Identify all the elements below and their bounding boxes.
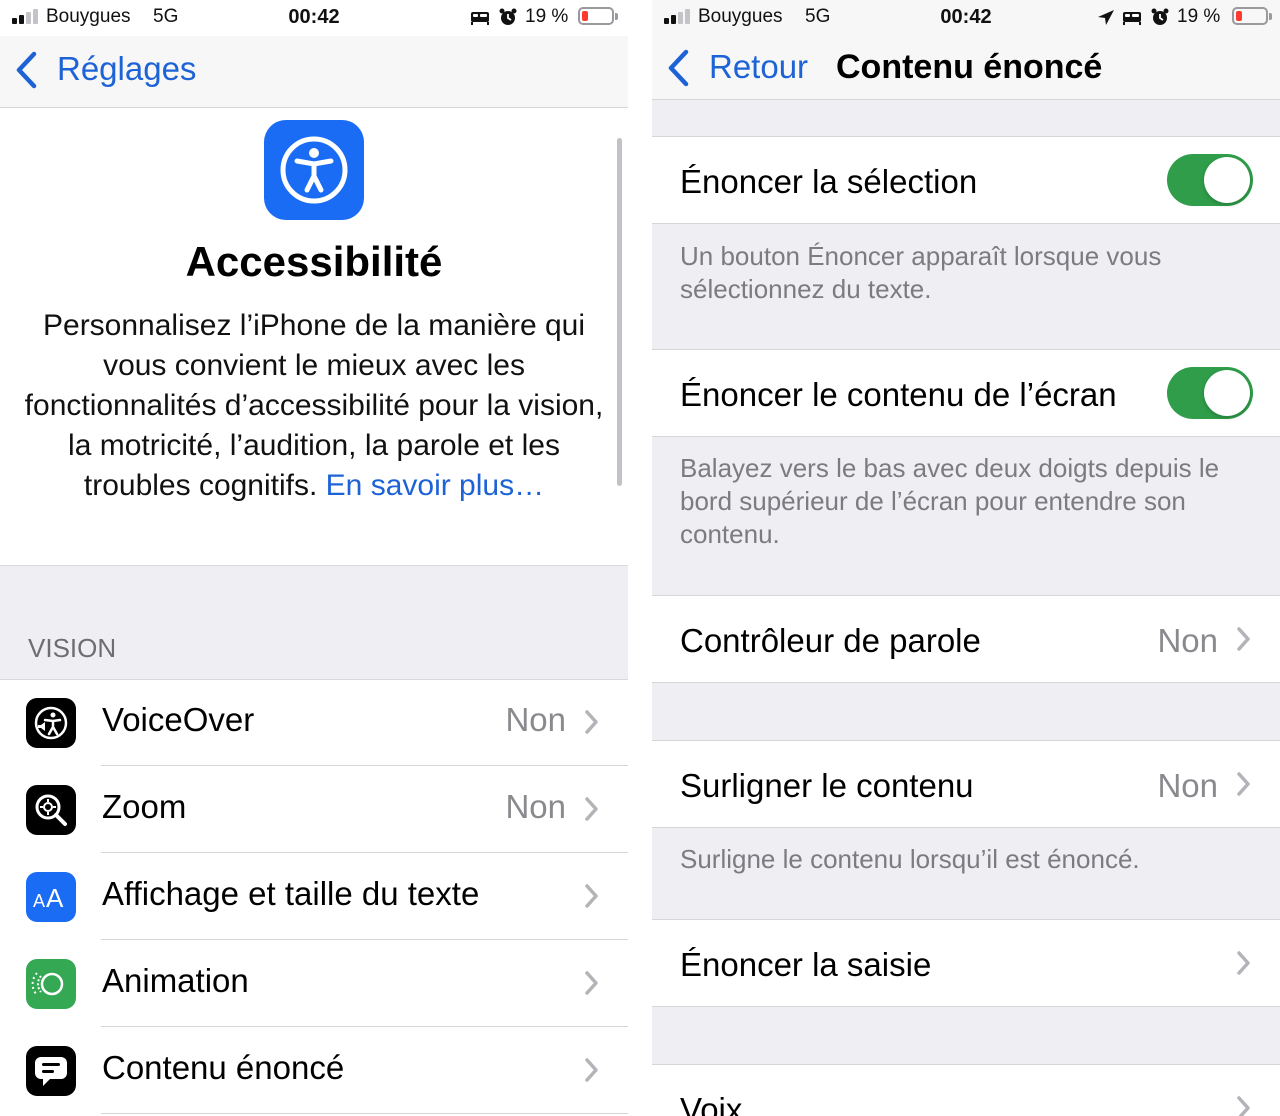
battery-icon [1232,7,1272,25]
battery-percent: 19 % [525,6,569,27]
page-title: Accessibilité [185,238,443,285]
list-item-value: Non [505,701,566,738]
speak-selection-toggle[interactable] [1167,154,1253,206]
chevron-right-icon [585,884,598,908]
highlight-content-row[interactable]: Surligner le contenu Non [652,740,1280,828]
text-size-icon: AA [26,872,76,922]
status-bar: Bouygues 5G 00:42 19 % [0,0,628,36]
list-item-motion[interactable]: Animation [0,940,628,1027]
back-chevron-icon[interactable] [664,46,694,90]
chevron-right-icon [1237,1096,1250,1116]
status-bar: Bouygues 5G 00:42 19 % [652,0,1280,36]
accessibility-screen: Bouygues 5G 00:42 19 % Réglages Accessib… [0,0,628,1116]
learn-more-link[interactable]: En savoir plus… [326,469,544,502]
list-item-spoken-content[interactable]: Contenu énoncé [0,1027,628,1114]
highlight-content-value: Non [1157,767,1218,804]
list-item-label: Animation [102,962,249,999]
scrollbar[interactable] [617,138,622,486]
screenshot-divider [628,0,652,1116]
list-item-zoom[interactable]: Zoom Non [0,766,628,853]
bed-icon [1123,12,1141,25]
speak-screen-row: Énoncer le contenu de l’écran [652,349,1280,437]
navigation-bar: Réglages [0,36,628,108]
list-item-display-text-size[interactable]: AA Affichage et taille du texte [0,853,628,940]
navigation-bar: Bouygues 5G 00:42 19 % Retour Contenu én… [652,0,1280,100]
speak-selection-row: Énoncer la sélection [652,136,1280,224]
back-button[interactable]: Réglages [57,50,196,88]
highlight-content-footer: Surligne le contenu lorsqu’il est énoncé… [680,844,1140,874]
zoom-icon [26,785,76,835]
chevron-right-icon [585,1058,598,1082]
back-button[interactable]: Retour [709,48,808,86]
speech-controller-row[interactable]: Contrôleur de parole Non [652,595,1280,683]
chevron-right-icon [585,971,598,995]
back-chevron-icon[interactable] [12,48,42,92]
svg-text:A: A [33,891,45,911]
list-item-voiceover[interactable]: VoiceOver Non [0,679,628,766]
speak-selection-footer: Un bouton Énoncer apparaît lorsque vous … [680,241,1162,304]
speak-screen-label: Énoncer le contenu de l’écran [680,376,1117,413]
spoken-content-icon [26,1046,76,1096]
voiceover-icon [26,698,76,748]
location-icon [1098,10,1114,25]
speak-screen-footer: Balayez vers le bas avec deux doigts dep… [680,453,1220,549]
alarm-icon [499,8,517,25]
spoken-content-screen: Bouygues 5G 00:42 19 % Retour Contenu én… [652,0,1280,1116]
chevron-right-icon [585,797,598,821]
alarm-icon [1151,8,1169,25]
highlight-content-label: Surligner le contenu [680,767,974,804]
battery-icon [578,7,618,25]
motion-icon [26,959,76,1009]
svg-text:A: A [46,883,64,913]
list-item-label: Affichage et taille du texte [102,875,480,912]
chevron-right-icon [1237,951,1250,975]
accessibility-icon [264,120,364,220]
page-description: Personnalisez l’iPhone de la manière qui… [14,306,614,506]
voices-label: Voix [680,1091,743,1116]
battery-percent: 19 % [1177,6,1221,27]
chevron-right-icon [1237,627,1250,651]
chevron-right-icon [1237,772,1250,796]
speech-controller-label: Contrôleur de parole [680,622,981,659]
typing-feedback-label: Énoncer la saisie [680,946,932,983]
list-item-label: Zoom [102,788,187,825]
speech-controller-value: Non [1157,622,1218,659]
chevron-right-icon [585,710,598,734]
list-item-label: Contenu énoncé [102,1049,345,1086]
list-item-label: VoiceOver [102,701,255,738]
typing-feedback-row[interactable]: Énoncer la saisie [652,919,1280,1007]
speak-selection-label: Énoncer la sélection [680,163,978,200]
voices-row[interactable]: Voix [652,1064,1280,1116]
page-title: Contenu énoncé [836,48,1103,86]
bed-icon [471,12,489,25]
section-header-vision: VISION [28,633,117,663]
list-item-value: Non [505,788,566,825]
speak-screen-toggle[interactable] [1167,367,1253,419]
